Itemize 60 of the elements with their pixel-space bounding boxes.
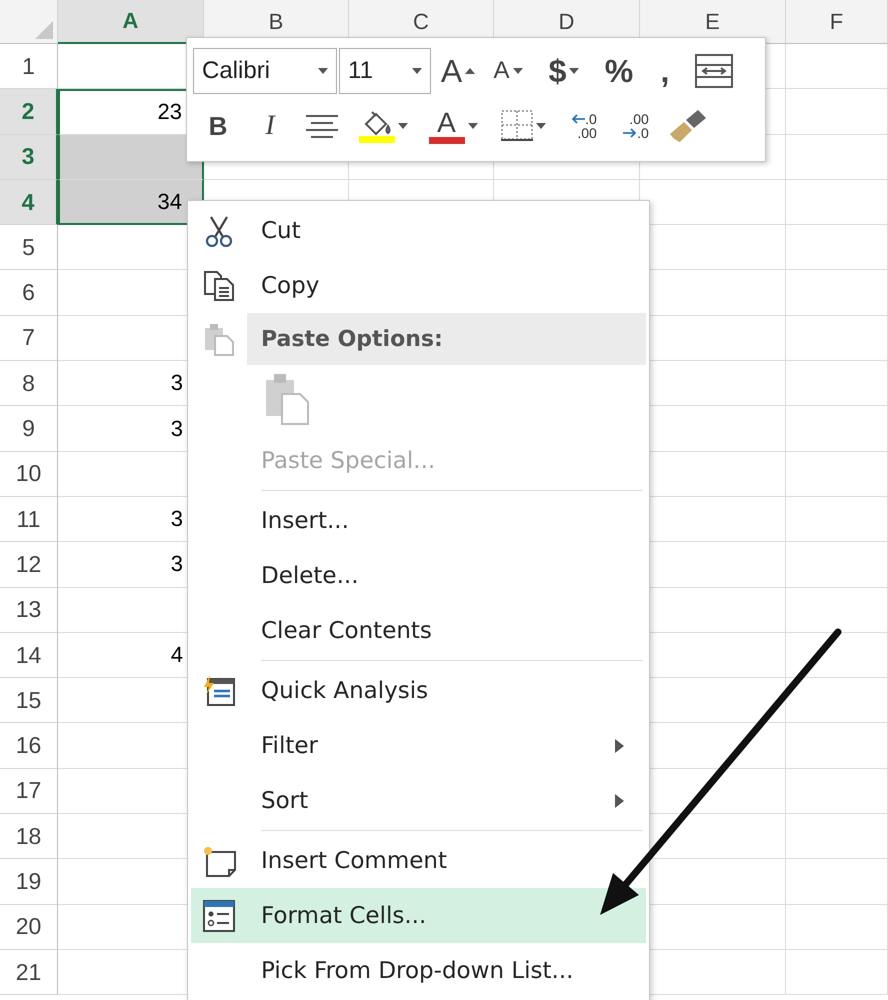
- sheet-cell: 34: [58, 180, 204, 226]
- row-header[interactable]: 21: [0, 950, 58, 996]
- row-header[interactable]: 1: [0, 44, 58, 90]
- submenu-arrow-icon: [615, 738, 624, 752]
- row-header[interactable]: 11: [0, 496, 58, 542]
- row-header[interactable]: 16: [0, 723, 58, 769]
- caret-icon: [318, 68, 328, 74]
- menu-item[interactable]: Filter: [191, 718, 646, 773]
- row-header[interactable]: 6: [0, 270, 58, 316]
- row-header[interactable]: 18: [0, 814, 58, 860]
- grow-font-button[interactable]: A: [433, 48, 483, 94]
- clipboard-icon: [264, 372, 310, 426]
- row-header[interactable]: 15: [0, 678, 58, 724]
- row-header[interactable]: 17: [0, 768, 58, 814]
- row-header[interactable]: 5: [0, 225, 58, 270]
- menu-item[interactable]: Pick From Drop-down List...: [191, 943, 646, 998]
- caret-icon: [412, 68, 422, 74]
- paintbrush-icon: [668, 108, 708, 144]
- quick-analysis-icon: [202, 674, 236, 706]
- row-header[interactable]: 13: [0, 588, 58, 633]
- submenu-arrow-icon: [615, 794, 624, 808]
- menu-item[interactable]: Format Cells...: [191, 888, 646, 943]
- increase-decimal-button[interactable]: .0 .00: [559, 103, 609, 149]
- row-header[interactable]: 3: [0, 134, 58, 180]
- italic-button[interactable]: I: [245, 103, 295, 149]
- row-header[interactable]: 19: [0, 859, 58, 905]
- column-header[interactable]: A: [58, 0, 204, 44]
- font-color-button[interactable]: A: [419, 103, 487, 149]
- clipboard-icon: [203, 322, 235, 356]
- format-button[interactable]: $: [533, 48, 595, 94]
- row-header[interactable]: 14: [0, 632, 58, 678]
- arrow-left-icon: [571, 114, 586, 124]
- row-header[interactable]: 4: [0, 180, 58, 226]
- menu-item[interactable]: Insert Comment: [191, 833, 646, 888]
- font-size-field[interactable]: 11: [339, 48, 431, 94]
- arrow-right-icon: [623, 128, 638, 138]
- format-button[interactable]: ,: [643, 48, 687, 94]
- format-cells-icon: [203, 900, 235, 932]
- copy-icon: [203, 270, 235, 302]
- menu-item[interactable]: Copy: [191, 258, 646, 313]
- borders-icon: [500, 110, 532, 142]
- decrease-decimal-button[interactable]: .00 .0: [611, 103, 661, 149]
- align-center-icon: [306, 114, 338, 138]
- wrap-icon: [695, 54, 733, 88]
- menu-item[interactable]: Sort: [191, 773, 646, 828]
- shrink-font-button[interactable]: A: [485, 48, 531, 94]
- font-name-field[interactable]: Calibri: [193, 48, 337, 94]
- caret-icon: [465, 68, 476, 74]
- row-header[interactable]: 2: [0, 89, 58, 135]
- row-header[interactable]: 8: [0, 361, 58, 406]
- caret-icon: [512, 68, 522, 74]
- scissors-icon: [203, 214, 235, 246]
- column-header[interactable]: F: [786, 0, 888, 44]
- row-header[interactable]: 12: [0, 542, 58, 588]
- row-header[interactable]: 9: [0, 406, 58, 452]
- format-button[interactable]: %: [597, 48, 641, 94]
- row-header[interactable]: 20: [0, 904, 58, 950]
- row-header[interactable]: 10: [0, 452, 58, 497]
- row-header[interactable]: 7: [0, 316, 58, 362]
- paste-options-heading: Paste Options:: [247, 313, 646, 365]
